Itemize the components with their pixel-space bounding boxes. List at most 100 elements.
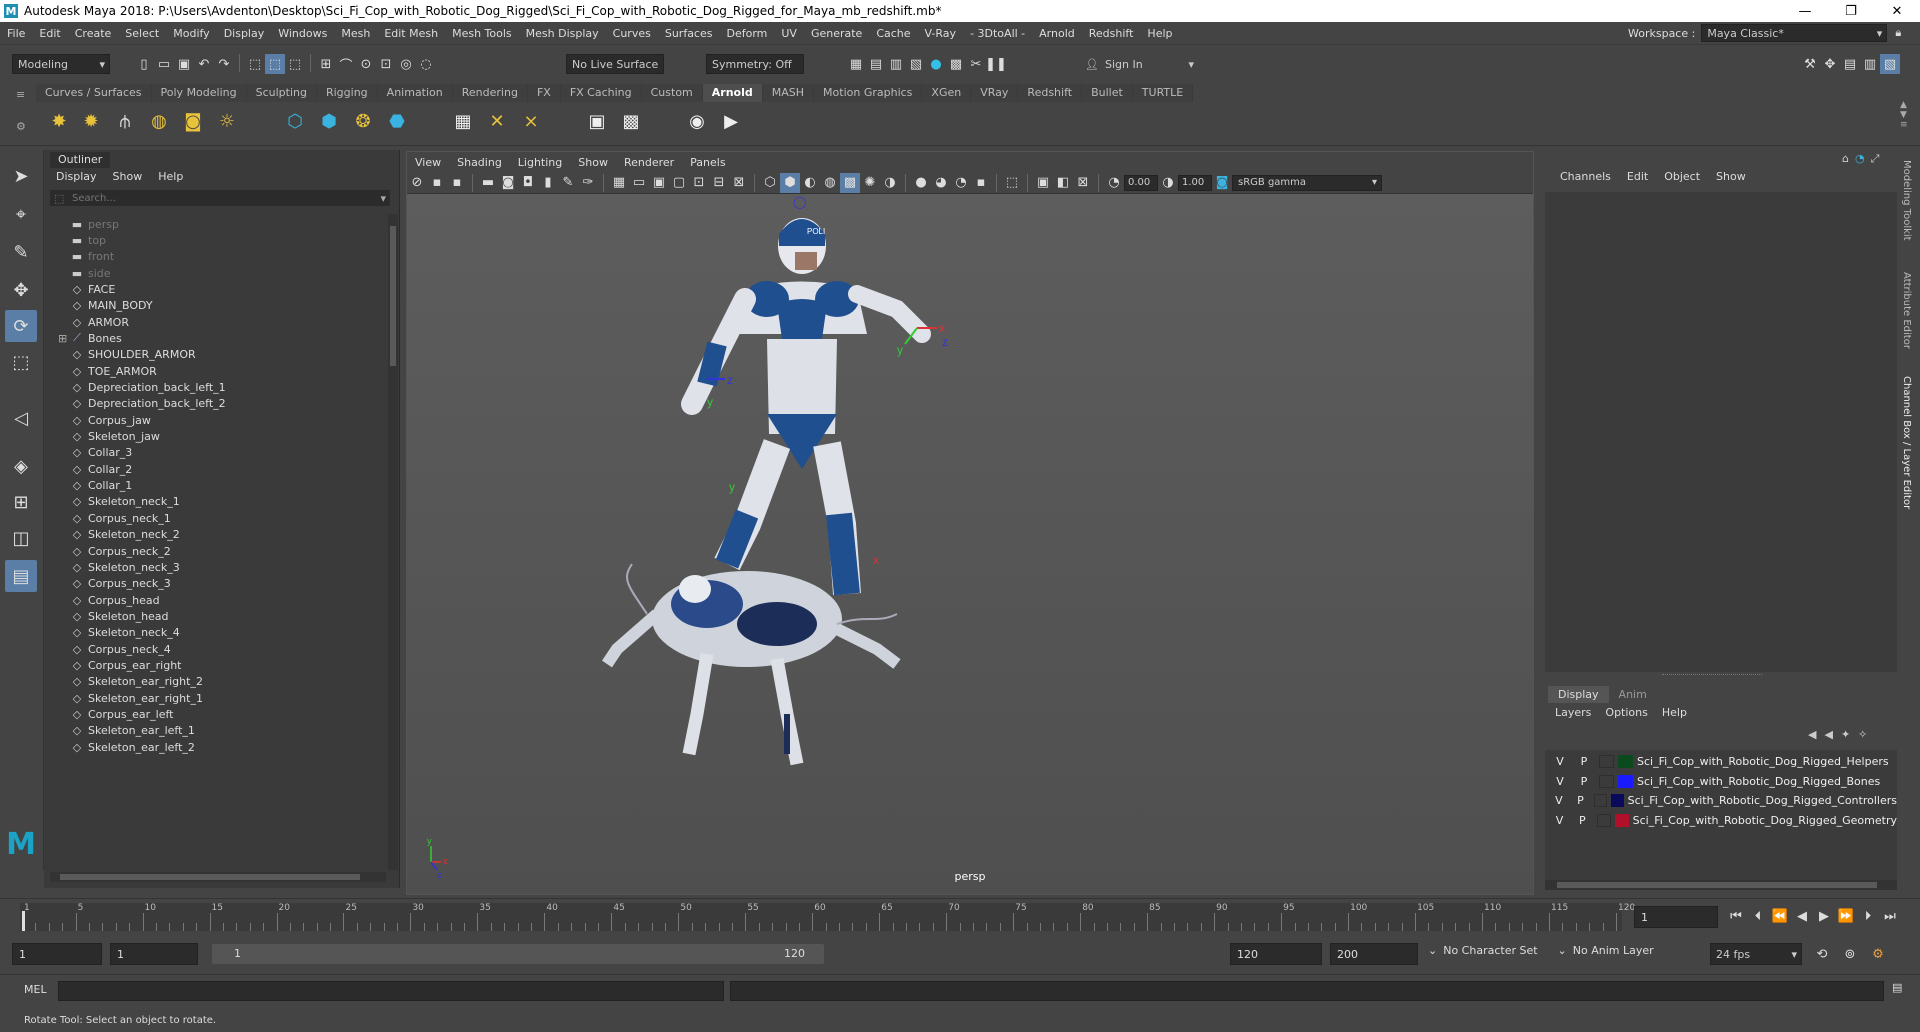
layer-menu-help[interactable]: Help (1655, 706, 1694, 719)
move-tool-icon[interactable]: ✥ (5, 274, 37, 306)
current-time-indicator[interactable] (22, 911, 25, 931)
physical-sky-icon[interactable]: ☼ (214, 108, 240, 134)
visibility-toggle[interactable]: V (1553, 755, 1567, 768)
shelf-tab-xgen[interactable]: XGen (922, 84, 972, 102)
menu-select[interactable]: Select (118, 27, 166, 40)
menu-mesh-display[interactable]: Mesh Display (519, 27, 606, 40)
play-backwards-icon[interactable]: ◀ (1792, 906, 1812, 926)
snap-point-icon[interactable]: ⊙ (356, 54, 376, 74)
render-history-icon[interactable]: ▦ (846, 54, 866, 74)
outliner-menu-show[interactable]: Show (105, 170, 151, 183)
volume-icon[interactable]: ⬣ (384, 108, 410, 134)
shelf-tab-custom[interactable]: Custom (641, 84, 703, 102)
shelf-tab-arnold[interactable]: Arnold (702, 84, 763, 102)
redshift-render-icon[interactable]: ✂ (966, 54, 986, 74)
layer-tab-display[interactable]: Display (1548, 686, 1609, 703)
menu-deform[interactable]: Deform (719, 27, 774, 40)
visibility-toggle[interactable]: V (1553, 814, 1566, 827)
color-management-icon[interactable]: ◙ (1212, 173, 1232, 193)
minimize-icon[interactable]: — (1782, 0, 1828, 22)
layer-tab-anim[interactable]: Anim (1609, 686, 1657, 703)
modeling-toolkit-tab[interactable]: Modeling Toolkit (1901, 160, 1912, 241)
select-camera-icon[interactable]: ⊘ (407, 173, 427, 193)
menu-uv[interactable]: UV (774, 27, 804, 40)
area-light-icon[interactable]: ✸ (46, 108, 72, 134)
single-view-icon[interactable]: ◈ (5, 450, 37, 482)
smooth-shade-icon[interactable]: ⬢ (780, 172, 800, 193)
display-layer-row[interactable]: V P Sci_Fi_Cop_with_Robotic_Dog_Rigged_Con… (1545, 791, 1897, 810)
wireframe-icon[interactable]: ⬡ (760, 173, 780, 193)
grease-pencil-icon[interactable]: ✎ (558, 173, 578, 193)
close-icon[interactable]: ✕ (1874, 0, 1920, 22)
xray-active-icon[interactable]: ◧ (1053, 173, 1073, 193)
shelf-menu-icon[interactable]: ≡ (16, 88, 25, 101)
outliner-layout-icon[interactable]: ▤ (5, 560, 37, 592)
shelf-tab-motion-graphics[interactable]: Motion Graphics (814, 84, 923, 102)
undo-icon[interactable]: ↶ (194, 54, 214, 74)
redo-icon[interactable]: ↷ (214, 54, 234, 74)
snap-grid-icon[interactable]: ⊞ (316, 54, 336, 74)
menu-surfaces[interactable]: Surfaces (658, 27, 720, 40)
move-layer-down-icon[interactable]: ◀ (1824, 728, 1832, 741)
photometric-light-icon[interactable]: ⫛ (112, 108, 138, 134)
filter-icon[interactable]: ⬚ (54, 192, 68, 205)
menu-redshift[interactable]: Redshift (1082, 27, 1141, 40)
two-view-icon[interactable]: ◫ (5, 522, 37, 554)
playblast-icon[interactable]: ▶ (718, 108, 744, 134)
playback-toggle[interactable]: P (1577, 755, 1591, 768)
image-plane-icon[interactable]: ▬ (478, 173, 498, 193)
select-component-icon[interactable]: ⬚ (285, 54, 305, 74)
menu-curves[interactable]: Curves (606, 27, 658, 40)
viewport-menu-show[interactable]: Show (570, 156, 616, 169)
outliner-menu-display[interactable]: Display (48, 170, 105, 183)
scale-tool-icon[interactable]: ⬚ (5, 346, 37, 378)
outliner-hscrollbar[interactable] (50, 872, 386, 882)
end-frame-field[interactable]: 120 (1230, 943, 1322, 965)
shelf-tab-animation[interactable]: Animation (377, 84, 453, 102)
four-view-icon[interactable]: ⊞ (5, 486, 37, 518)
anim-start-field[interactable]: 1 (110, 943, 198, 965)
menu-display[interactable]: Display (217, 27, 272, 40)
modeling-toolkit-icon[interactable]: ⚒ (1800, 54, 1820, 74)
display-type-toggle[interactable] (1594, 794, 1608, 807)
playback-toggle[interactable]: P (1577, 775, 1591, 788)
layer-hscroll-thumb[interactable] (1557, 882, 1877, 888)
mesh-light-icon[interactable]: ✹ (78, 108, 104, 134)
viewport-menu-lighting[interactable]: Lighting (510, 156, 570, 169)
display-type-toggle[interactable] (1599, 774, 1614, 788)
menu-create[interactable]: Create (68, 27, 119, 40)
open-scene-icon[interactable]: ▭ (154, 54, 174, 74)
lock-icon[interactable]: 🔒︎ (1895, 26, 1901, 40)
safe-title-icon[interactable]: ⊠ (729, 173, 749, 193)
layer-color-swatch[interactable] (1611, 794, 1624, 807)
display-type-toggle[interactable] (1599, 755, 1614, 768)
menu-cache[interactable]: Cache (869, 27, 917, 40)
anim-end-field[interactable]: 200 (1330, 943, 1418, 965)
light-manager-icon[interactable]: ▣ (584, 108, 610, 134)
channel-menu-object[interactable]: Object (1656, 170, 1708, 183)
menu-windows[interactable]: Windows (271, 27, 334, 40)
lasso-tool-icon[interactable]: ⌖ (5, 198, 37, 230)
color-space-dropdown[interactable]: sRGB gamma ▾ (1232, 174, 1382, 191)
outliner-scroll-thumb[interactable] (390, 226, 396, 366)
display-layer-row[interactable]: V P Sci_Fi_Cop_with_Robotic_Dog_Rigged_Bon… (1545, 772, 1897, 791)
outliner-scrollbar[interactable] (388, 214, 398, 870)
layer-menu-layers[interactable]: Layers (1548, 706, 1598, 719)
menu-file[interactable]: File (0, 27, 32, 40)
motion-blur-icon[interactable]: ◕ (931, 173, 951, 193)
shelf-tab-curves-surfaces[interactable]: Curves / Surfaces (36, 84, 152, 102)
outliner-item[interactable]: ◇ Skeleton_ear_left_2 (58, 737, 195, 757)
layer-hscrollbar[interactable] (1545, 880, 1897, 890)
select-hierarchy-icon[interactable]: ⬚ (245, 54, 265, 74)
render-frame-icon[interactable]: ▤ (866, 54, 886, 74)
snap-view-icon[interactable]: ⊡ (376, 54, 396, 74)
xray-icon[interactable]: ▣ (1033, 173, 1053, 193)
render-view-icon[interactable]: ◉ (684, 108, 710, 134)
field-chart-icon[interactable]: ⊡ (689, 173, 709, 193)
range-slider-bar[interactable]: 1 120 (212, 944, 824, 964)
maximize-icon[interactable]: ❐ (1828, 0, 1874, 22)
camera-icon[interactable]: ◙ (498, 173, 518, 193)
menu-edit[interactable]: Edit (32, 27, 67, 40)
range-icon[interactable]: ⌂ (1842, 152, 1849, 166)
menu-3dtoall[interactable]: - 3DtoAll - (963, 27, 1032, 40)
